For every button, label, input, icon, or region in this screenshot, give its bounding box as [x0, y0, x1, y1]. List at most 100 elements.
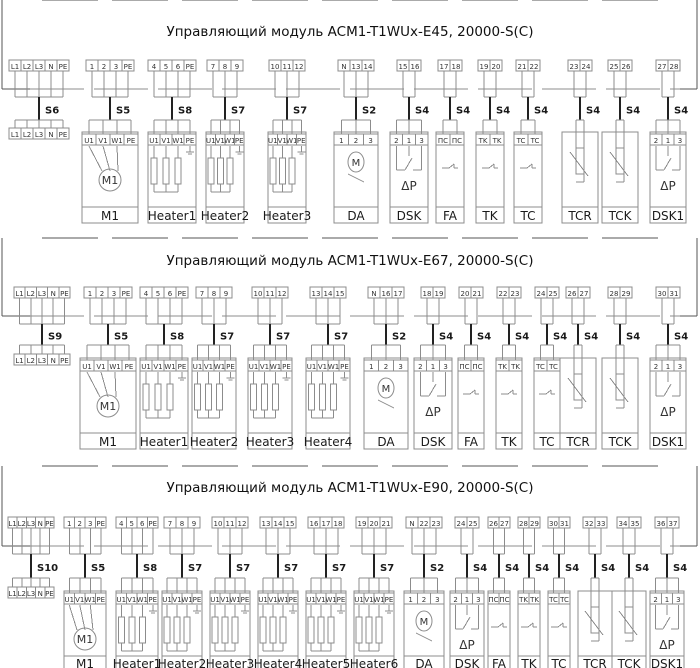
terminal-label: V1 — [161, 137, 170, 145]
terminal-label: 1 — [90, 63, 94, 71]
terminal-label: 2 — [102, 63, 106, 71]
terminal-label: 25 — [610, 63, 619, 71]
heating-element-icon — [259, 616, 267, 644]
device-dsk: 18 19 S4 DSK 2 1 3 ΔP — [413, 286, 453, 450]
terminal-label: PE — [186, 137, 195, 145]
terminal-label: U1 — [268, 137, 278, 145]
terminal-label: U1 — [258, 596, 268, 604]
damper-motor-label: M — [382, 384, 391, 395]
device-name: Heater4 — [254, 657, 302, 668]
wire — [448, 163, 455, 169]
terminal-label: PE — [241, 596, 250, 604]
pressure-symbol: ΔP — [660, 405, 675, 419]
terminal-label: L1 — [8, 590, 16, 598]
terminal-label: PE — [127, 137, 136, 145]
device-da: N 22 23S2DA1 2 3M — [403, 516, 445, 668]
device-heater3: 10 11 12S7Heater3U1 V1 W1 PE — [263, 59, 311, 224]
device-heater3: 10 11 12S7Heater3U1 V1 W1 PE — [206, 516, 254, 668]
power-supply: L1 L2 L3 N PE S6 L1 L2 L3 N PE — [8, 59, 70, 140]
heating-element-icon — [142, 383, 150, 411]
terminal-label: 10 — [271, 63, 280, 71]
terminal-label: PE — [297, 137, 306, 145]
terminal-label: 7 — [211, 63, 215, 71]
cable-label: S4 — [553, 332, 567, 343]
cable-label: S7 — [236, 563, 250, 574]
terminal-label: 31 — [560, 520, 569, 528]
terminal-label: ПС — [459, 363, 469, 371]
wire — [526, 163, 533, 169]
terminal-label: 14 — [274, 520, 283, 528]
heating-element-icon — [174, 157, 182, 185]
terminal-label: 12 — [295, 63, 304, 71]
terminal-label: 3 — [112, 290, 116, 298]
terminal-label: U1 — [206, 137, 216, 145]
terminal-label: V1 — [318, 363, 327, 371]
terminal-label: W1 — [137, 596, 148, 604]
heating-element-icon — [117, 616, 125, 644]
terminal-label: L3 — [38, 357, 46, 365]
cable-label: S8 — [170, 332, 184, 343]
device-heater1: 4 5 6 PES8Heater1U1 V1 W1 PE — [113, 516, 161, 668]
terminal-label: 15 — [286, 520, 295, 528]
wire — [102, 145, 111, 172]
heating-element-icon — [138, 616, 146, 644]
damper-motor-label: M — [352, 158, 361, 169]
terminal-label: 17 — [394, 290, 403, 298]
device-name: TCK — [608, 435, 633, 449]
device-name: M1 — [76, 657, 94, 668]
terminal-label: 27 — [658, 63, 667, 71]
terminal-label: V1 — [204, 363, 213, 371]
heating-element-icon — [221, 616, 229, 644]
terminal-label: W1 — [270, 363, 281, 371]
cable-label: S2 — [430, 563, 444, 574]
wire — [462, 616, 471, 630]
device-heater1: 4 5 6 PES8Heater1U1 V1 W1 PE — [147, 59, 197, 224]
cable-label: S4 — [673, 563, 687, 574]
terminal-label: TC — [516, 137, 526, 145]
device-heater2: 7 8 9 S7 Heater2 U1 V1 W1 PE — [190, 286, 238, 450]
cable-label: S4 — [626, 106, 640, 117]
device-name: TC — [538, 435, 554, 449]
damper-motor-label: M — [420, 617, 429, 628]
cable-label: S2 — [362, 106, 376, 117]
terminal-label: PE — [148, 520, 157, 528]
device-name: TCK — [608, 209, 633, 223]
terminal-label: 2 — [384, 363, 388, 371]
terminal-label: 37 — [669, 520, 678, 528]
terminal-label: 28 — [670, 63, 679, 71]
device-tc: 30 31S4TCTC TC — [547, 516, 579, 668]
wire — [497, 622, 504, 628]
device-name: TK — [481, 209, 498, 223]
terminal-label: 3 — [443, 363, 447, 371]
device-tc: 24 25S4TCTC TC — [533, 286, 567, 450]
device-name: Heater3 — [246, 435, 294, 449]
wire — [86, 371, 101, 398]
terminal-label: 8 — [212, 290, 216, 298]
heating-element-icon — [216, 383, 223, 411]
terminal-label: 17 — [322, 520, 331, 528]
terminal-label: 3 — [678, 363, 682, 371]
terminal-label: PE — [60, 290, 69, 298]
wiring-diagram: Управляющий модуль ACM1-T1WUx-E45, 20000… — [1, 0, 698, 668]
terminal-label: L1 — [15, 290, 23, 298]
terminal-label: N — [38, 520, 43, 528]
terminal-label: L2 — [23, 63, 31, 71]
terminal-label: 4 — [152, 63, 157, 71]
wire — [100, 371, 109, 398]
cable-label: S2 — [392, 332, 406, 343]
wire — [89, 604, 94, 631]
terminal-label: 1 — [666, 363, 670, 371]
wire — [428, 383, 437, 397]
terminal-label: 1 — [666, 137, 670, 145]
terminal-label: L2 — [18, 520, 26, 528]
heating-element-icon — [307, 616, 315, 644]
terminal-label: 1 — [407, 137, 411, 145]
heating-element-icon — [269, 157, 277, 185]
terminal-label: PE — [122, 290, 131, 298]
cable-label: S4 — [534, 106, 548, 117]
terminal-label: 8 — [223, 63, 227, 71]
terminal-label: PE — [235, 137, 244, 145]
heating-element-icon — [183, 616, 191, 644]
device-name: Heater3 — [263, 209, 311, 223]
pressure-symbol: ΔP — [459, 638, 474, 652]
